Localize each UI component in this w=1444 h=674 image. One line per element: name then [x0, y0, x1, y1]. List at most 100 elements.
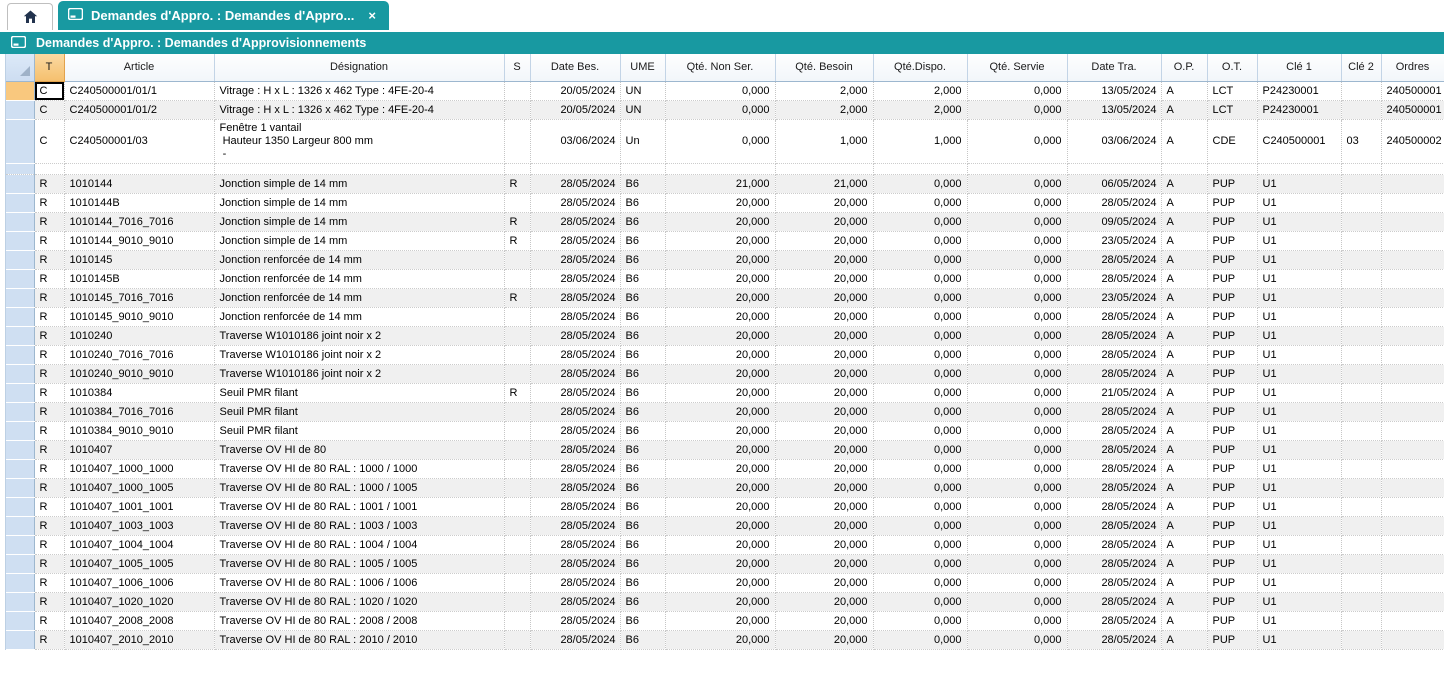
cell-q_non_ser[interactable]: 0,000: [665, 81, 775, 100]
column-header-designation[interactable]: Désignation: [214, 54, 504, 81]
cell-q_servie[interactable]: 0,000: [967, 307, 1067, 326]
cell-ume[interactable]: B6: [620, 383, 665, 402]
row-indicator[interactable]: [6, 364, 34, 383]
cell-q_besoin[interactable]: 21,000: [775, 174, 873, 193]
cell-designation[interactable]: Traverse OV HI de 80 RAL : 1005 / 1005: [214, 554, 504, 573]
cell-cle2[interactable]: [1341, 383, 1381, 402]
row-indicator[interactable]: [6, 231, 34, 250]
row-indicator[interactable]: [6, 119, 34, 163]
cell-q_dispo[interactable]: 0,000: [873, 288, 967, 307]
cell-ume[interactable]: B6: [620, 554, 665, 573]
cell-date_bes[interactable]: [530, 163, 620, 174]
cell-t[interactable]: R: [34, 364, 64, 383]
row-indicator[interactable]: [6, 345, 34, 364]
tab-home[interactable]: [7, 3, 53, 30]
cell-designation[interactable]: Jonction renforcée de 14 mm: [214, 288, 504, 307]
cell-cle1[interactable]: U1: [1257, 383, 1341, 402]
cell-q_dispo[interactable]: [873, 163, 967, 174]
cell-q_dispo[interactable]: 0,000: [873, 250, 967, 269]
cell-date_bes[interactable]: 28/05/2024: [530, 459, 620, 478]
cell-cle2[interactable]: [1341, 174, 1381, 193]
cell-ot[interactable]: PUP: [1207, 592, 1257, 611]
cell-ot[interactable]: PUP: [1207, 231, 1257, 250]
cell-article[interactable]: 1010145_7016_7016: [64, 288, 214, 307]
cell-s[interactable]: [504, 193, 530, 212]
cell-ordres[interactable]: [1381, 231, 1444, 250]
cell-op[interactable]: A: [1161, 364, 1207, 383]
column-header-ume[interactable]: UME: [620, 54, 665, 81]
cell-date_tra[interactable]: 28/05/2024: [1067, 478, 1161, 497]
cell-cle1[interactable]: P24230001: [1257, 100, 1341, 119]
row-indicator[interactable]: [6, 174, 34, 193]
cell-designation[interactable]: Fenêtre 1 vantail Hauteur 1350 Largeur 8…: [214, 119, 504, 163]
cell-date_bes[interactable]: 28/05/2024: [530, 174, 620, 193]
cell-s[interactable]: [504, 440, 530, 459]
cell-designation[interactable]: Traverse OV HI de 80 RAL : 1000 / 1005: [214, 478, 504, 497]
cell-cle1[interactable]: U1: [1257, 193, 1341, 212]
cell-q_servie[interactable]: 0,000: [967, 592, 1067, 611]
cell-q_servie[interactable]: 0,000: [967, 402, 1067, 421]
cell-q_servie[interactable]: 0,000: [967, 269, 1067, 288]
cell-ot[interactable]: PUP: [1207, 421, 1257, 440]
cell-cle1[interactable]: U1: [1257, 478, 1341, 497]
cell-s[interactable]: R: [504, 174, 530, 193]
row-indicator[interactable]: [6, 383, 34, 402]
cell-s[interactable]: [504, 573, 530, 592]
cell-op[interactable]: A: [1161, 421, 1207, 440]
cell-article[interactable]: 1010145: [64, 250, 214, 269]
cell-cle2[interactable]: [1341, 269, 1381, 288]
cell-cle2[interactable]: [1341, 459, 1381, 478]
cell-ume[interactable]: B6: [620, 516, 665, 535]
cell-date_bes[interactable]: 28/05/2024: [530, 288, 620, 307]
cell-ot[interactable]: PUP: [1207, 250, 1257, 269]
cell-ordres[interactable]: [1381, 611, 1444, 630]
cell-cle2[interactable]: [1341, 611, 1381, 630]
cell-cle1[interactable]: U1: [1257, 326, 1341, 345]
cell-date_tra[interactable]: 06/05/2024: [1067, 174, 1161, 193]
cell-ot[interactable]: PUP: [1207, 307, 1257, 326]
cell-ordres[interactable]: [1381, 402, 1444, 421]
cell-date_bes[interactable]: 28/05/2024: [530, 364, 620, 383]
cell-q_servie[interactable]: 0,000: [967, 459, 1067, 478]
cell-t[interactable]: R: [34, 478, 64, 497]
cell-q_servie[interactable]: 0,000: [967, 100, 1067, 119]
cell-cle1[interactable]: U1: [1257, 573, 1341, 592]
cell-ot[interactable]: PUP: [1207, 630, 1257, 649]
cell-date_tra[interactable]: 13/05/2024: [1067, 100, 1161, 119]
cell-ume[interactable]: B6: [620, 364, 665, 383]
cell-ume[interactable]: B6: [620, 288, 665, 307]
cell-q_besoin[interactable]: 20,000: [775, 421, 873, 440]
cell-date_tra[interactable]: 28/05/2024: [1067, 535, 1161, 554]
cell-q_dispo[interactable]: 0,000: [873, 174, 967, 193]
row-indicator[interactable]: [6, 100, 34, 119]
cell-q_besoin[interactable]: 20,000: [775, 231, 873, 250]
cell-op[interactable]: A: [1161, 554, 1207, 573]
cell-q_servie[interactable]: 0,000: [967, 497, 1067, 516]
cell-date_bes[interactable]: 28/05/2024: [530, 516, 620, 535]
cell-cle2[interactable]: [1341, 326, 1381, 345]
cell-s[interactable]: [504, 611, 530, 630]
cell-date_bes[interactable]: 28/05/2024: [530, 573, 620, 592]
cell-q_besoin[interactable]: 20,000: [775, 212, 873, 231]
cell-cle2[interactable]: [1341, 402, 1381, 421]
column-header-cle1[interactable]: Clé 1: [1257, 54, 1341, 81]
cell-ume[interactable]: B6: [620, 573, 665, 592]
cell-cle2[interactable]: [1341, 516, 1381, 535]
cell-q_dispo[interactable]: 0,000: [873, 611, 967, 630]
cell-t[interactable]: R: [34, 307, 64, 326]
cell-date_bes[interactable]: 28/05/2024: [530, 554, 620, 573]
column-header-article[interactable]: Article: [64, 54, 214, 81]
cell-ordres[interactable]: 240500001: [1381, 100, 1444, 119]
cell-q_servie[interactable]: 0,000: [967, 212, 1067, 231]
cell-q_besoin[interactable]: 20,000: [775, 516, 873, 535]
cell-q_besoin[interactable]: 20,000: [775, 193, 873, 212]
cell-op[interactable]: A: [1161, 383, 1207, 402]
cell-cle2[interactable]: [1341, 163, 1381, 174]
cell-cle1[interactable]: U1: [1257, 611, 1341, 630]
cell-q_non_ser[interactable]: 20,000: [665, 402, 775, 421]
cell-ordres[interactable]: [1381, 193, 1444, 212]
cell-ume[interactable]: B6: [620, 326, 665, 345]
cell-designation[interactable]: Traverse OV HI de 80 RAL : 1003 / 1003: [214, 516, 504, 535]
cell-ordres[interactable]: [1381, 345, 1444, 364]
cell-article[interactable]: C240500001/01/1: [64, 81, 214, 100]
